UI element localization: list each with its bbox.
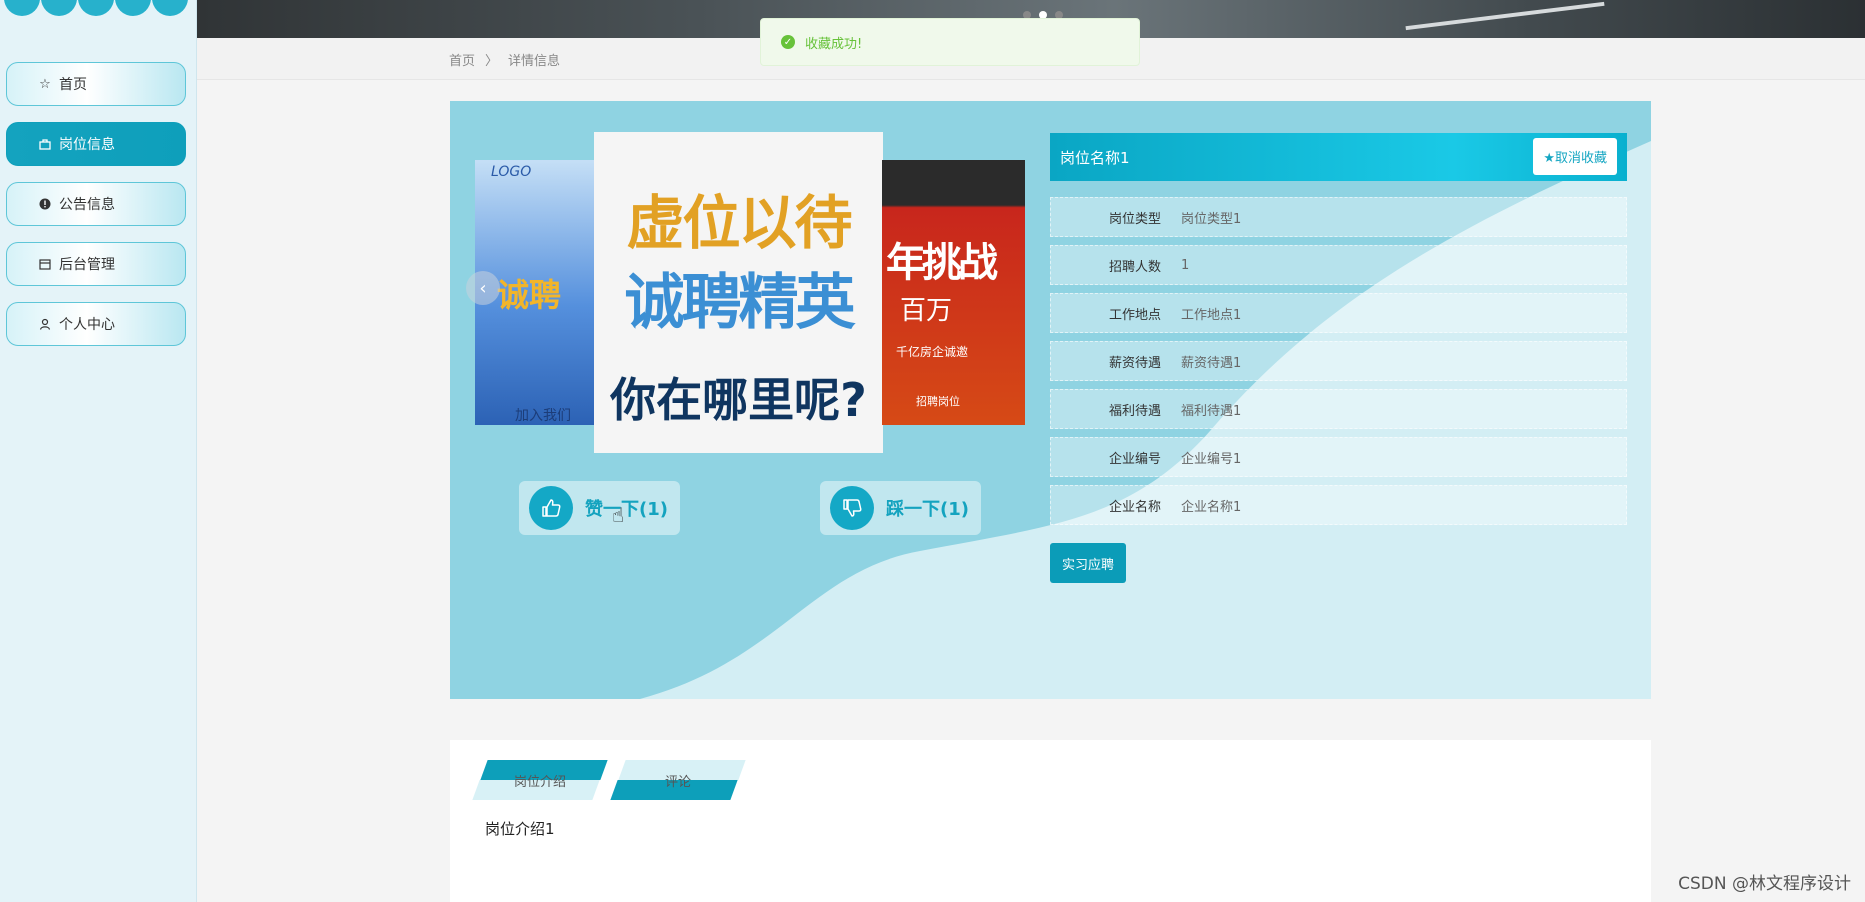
like-count-label: 赞一下(1) — [585, 499, 668, 520]
slide-line: 虚位以待 — [626, 189, 852, 257]
slide-logo: LOGO — [491, 164, 532, 180]
job-field-row: 企业名称 企业名称1 — [1050, 485, 1627, 525]
check-circle-icon: ✓ — [781, 35, 795, 49]
user-icon — [37, 316, 53, 332]
sidebar-item-label: 岗位信息 — [59, 137, 115, 153]
job-field-row: 薪资待遇 薪资待遇1 — [1050, 341, 1627, 381]
carousel-slide-center[interactable]: 虚位以待 诚聘精英 你在哪里呢? — [594, 132, 883, 453]
like-button[interactable]: 赞一下(1) — [519, 481, 680, 535]
field-label: 岗位类型 — [1108, 211, 1161, 227]
dislike-button[interactable]: 踩一下(1) — [820, 481, 981, 535]
field-label: 企业编号 — [1108, 451, 1161, 467]
field-value: 工作地点1 — [1181, 307, 1242, 323]
slide-line: 你在哪里呢? — [610, 373, 867, 427]
slide-line: 千亿房企诚邀 — [896, 345, 969, 359]
field-value: 企业名称1 — [1181, 499, 1242, 515]
watermark: CSDN @林文程序设计 — [1678, 874, 1851, 894]
job-field-row: 岗位类型 岗位类型1 — [1050, 197, 1627, 237]
calendar-icon — [37, 256, 53, 272]
field-label: 招聘人数 — [1108, 259, 1161, 275]
field-value: 福利待遇1 — [1181, 403, 1242, 419]
job-intro-text: 岗位介绍1 — [485, 820, 555, 838]
breadcrumb-separator: 〉 — [485, 54, 499, 69]
sidebar-item-admin[interactable]: 后台管理 — [6, 242, 186, 286]
field-value: 1 — [1181, 257, 1190, 273]
sidebar-item-label: 个人中心 — [59, 317, 115, 333]
job-field-row: 工作地点 工作地点1 — [1050, 293, 1627, 333]
slide-line: 诚聘精英 — [624, 268, 856, 338]
field-label: 薪资待遇 — [1108, 355, 1161, 371]
slide-line: 招聘岗位 — [916, 395, 960, 408]
sidebar-item-home[interactable]: ☆ 首页 — [6, 62, 186, 106]
sidebar-item-notices[interactable]: 公告信息 — [6, 182, 186, 226]
bag-icon — [37, 136, 53, 152]
field-label: 福利待遇 — [1108, 403, 1161, 419]
unfavorite-button[interactable]: ★取消收藏 — [1533, 138, 1617, 175]
toast-message: 收藏成功! — [805, 36, 863, 52]
tab-label: 评论 — [664, 774, 691, 790]
tab-label: 岗位介绍 — [513, 774, 566, 790]
sidebar-item-label: 公告信息 — [59, 197, 115, 213]
job-title-bar: 岗位名称1 ★取消收藏 — [1050, 133, 1627, 181]
slide-title: 诚聘 — [497, 276, 562, 314]
hand-pointer-icon: ☝ — [612, 503, 625, 527]
sidebar-item-profile[interactable]: 个人中心 — [6, 302, 186, 346]
job-tabs-panel: 岗位介绍 评论 岗位介绍1 — [450, 740, 1651, 902]
star-icon: ☆ — [39, 76, 51, 92]
sidebar: ☆ 首页 岗位信息 公告信息 后台管理 个人中心 — [0, 0, 197, 902]
carousel-slide-right[interactable]: 年挑战 百万 千亿房企诚邀 招聘岗位 — [882, 160, 1025, 425]
slide-footer: 加入我们 — [515, 408, 571, 424]
apply-button[interactable]: 实习应聘 — [1050, 543, 1126, 583]
field-value: 企业编号1 — [1181, 451, 1242, 467]
alert-icon — [37, 196, 53, 212]
breadcrumb-home[interactable]: 首页 — [449, 50, 475, 69]
slide-line: 年挑战 — [886, 239, 998, 286]
tab-comments[interactable]: 评论 — [610, 760, 746, 800]
breadcrumb: 首页 〉 详情信息 — [449, 50, 560, 69]
sidebar-scallop-decoration — [0, 0, 197, 16]
sidebar-item-label: 后台管理 — [59, 257, 115, 273]
job-field-row: 福利待遇 福利待遇1 — [1050, 389, 1627, 429]
job-title: 岗位名称1 — [1060, 148, 1130, 167]
field-label: 工作地点 — [1108, 307, 1161, 323]
success-toast: ✓ 收藏成功! — [760, 18, 1140, 66]
thumbs-down-icon — [830, 486, 874, 530]
field-value: 岗位类型1 — [1181, 211, 1242, 227]
field-value: 薪资待遇1 — [1181, 355, 1242, 371]
tab-job-intro[interactable]: 岗位介绍 — [472, 760, 608, 800]
field-label: 企业名称 — [1108, 499, 1161, 515]
job-field-row: 招聘人数 1 — [1050, 245, 1627, 285]
job-detail-panel: LOGO 诚聘 加入我们 ‹ 虚位以待 诚聘精英 你在哪里呢? 年挑战 百万 千… — [450, 101, 1651, 699]
slide-line: 百万 — [900, 296, 953, 326]
sidebar-item-label: 首页 — [59, 77, 87, 93]
breadcrumb-current: 详情信息 — [508, 54, 561, 69]
carousel-prev-button[interactable]: ‹ — [466, 271, 500, 305]
dislike-count-label: 踩一下(1) — [886, 499, 969, 520]
job-field-row: 企业编号 企业编号1 — [1050, 437, 1627, 477]
thumbs-up-icon — [529, 486, 573, 530]
sidebar-item-jobs[interactable]: 岗位信息 — [6, 122, 186, 166]
